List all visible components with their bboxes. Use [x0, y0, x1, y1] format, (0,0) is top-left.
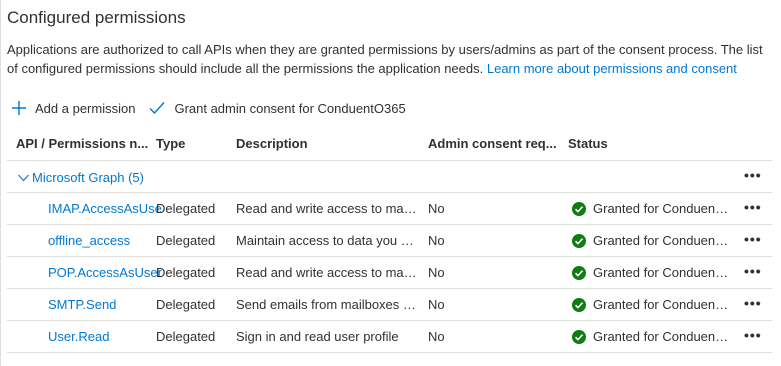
table-row: IMAP.AccessAsUse Delegated Read and writ… — [7, 193, 772, 225]
description-cell: Read and write access to mail... — [236, 201, 417, 216]
permission-link[interactable]: offline_access — [48, 233, 130, 248]
section-description: Applications are authorized to call APIs… — [7, 40, 777, 78]
admin-consent-cell: No — [428, 297, 445, 312]
permission-link[interactable]: IMAP.AccessAsUse — [48, 201, 162, 216]
admin-consent-cell: No — [428, 329, 445, 344]
success-check-icon — [572, 265, 586, 280]
permission-link[interactable]: POP.AccessAsUser — [48, 265, 162, 280]
group-more-icon[interactable]: ••• — [744, 167, 762, 183]
grant-admin-consent-label: Grant admin consent for ConduentO365 — [174, 100, 406, 116]
type-cell: Delegated — [156, 329, 216, 344]
toolbar: Add a permission Grant admin consent for… — [12, 98, 420, 118]
plus-icon — [12, 101, 26, 115]
status-text: Granted for ConduentO... — [593, 297, 730, 312]
status-text: Granted for ConduentO... — [593, 233, 730, 248]
add-permission-button[interactable]: Add a permission — [12, 101, 135, 116]
permission-link[interactable]: User.Read — [48, 329, 109, 344]
left-border — [0, 0, 1, 366]
description-cell: Send emails from mailboxes u... — [236, 297, 417, 312]
header-type[interactable]: Type — [156, 136, 185, 151]
status-text: Granted for ConduentO... — [593, 201, 730, 216]
section-title: Configured permissions — [7, 8, 186, 27]
status-cell: Granted for ConduentO... — [572, 201, 730, 216]
checkmark-icon — [149, 102, 165, 115]
table-row: POP.AccessAsUser Delegated Read and writ… — [7, 257, 772, 289]
success-check-icon — [572, 297, 586, 312]
type-cell: Delegated — [156, 201, 216, 216]
type-cell: Delegated — [156, 265, 216, 280]
success-check-icon — [572, 201, 586, 216]
success-check-icon — [572, 329, 586, 344]
success-check-icon — [572, 233, 586, 248]
table-row: SMTP.Send Delegated Send emails from mai… — [7, 289, 772, 321]
description-cell: Maintain access to data you h... — [236, 233, 417, 248]
row-more-icon[interactable]: ••• — [744, 263, 762, 279]
header-status[interactable]: Status — [568, 136, 608, 151]
learn-more-link[interactable]: Learn more about permissions and consent — [487, 61, 737, 76]
group-label[interactable]: Microsoft Graph (5) — [32, 170, 144, 185]
header-description[interactable]: Description — [236, 136, 308, 151]
status-cell: Granted for ConduentO... — [572, 233, 730, 248]
row-more-icon[interactable]: ••• — [744, 327, 762, 343]
status-text: Granted for ConduentO... — [593, 265, 730, 280]
header-admin-consent[interactable]: Admin consent req... — [428, 136, 557, 151]
status-cell: Granted for ConduentO... — [572, 329, 730, 344]
admin-consent-cell: No — [428, 201, 445, 216]
type-cell: Delegated — [156, 233, 216, 248]
permission-link[interactable]: SMTP.Send — [48, 297, 116, 312]
grant-admin-consent-button[interactable]: Grant admin consent for ConduentO365 — [149, 100, 406, 116]
chevron-down-icon — [18, 174, 29, 181]
table-row: offline_access Delegated Maintain access… — [7, 225, 772, 257]
status-cell: Granted for ConduentO... — [572, 265, 730, 280]
group-row-microsoft-graph: Microsoft Graph (5) ••• — [7, 161, 772, 193]
group-toggle[interactable]: Microsoft Graph (5) — [18, 170, 144, 185]
header-api[interactable]: API / Permissions n... — [16, 136, 148, 151]
table-row: User.Read Delegated Sign in and read use… — [7, 321, 772, 353]
add-permission-label: Add a permission — [35, 100, 136, 116]
status-cell: Granted for ConduentO... — [572, 297, 730, 312]
description-cell: Sign in and read user profile — [236, 329, 399, 344]
row-more-icon[interactable]: ••• — [744, 295, 762, 311]
row-more-icon[interactable]: ••• — [744, 199, 762, 215]
status-text: Granted for ConduentO... — [593, 329, 730, 344]
row-more-icon[interactable]: ••• — [744, 231, 762, 247]
description-cell: Read and write access to mail... — [236, 265, 417, 280]
admin-consent-cell: No — [428, 233, 445, 248]
permissions-table: API / Permissions n... Type Description … — [7, 127, 772, 353]
table-header: API / Permissions n... Type Description … — [7, 127, 772, 161]
admin-consent-cell: No — [428, 265, 445, 280]
type-cell: Delegated — [156, 297, 216, 312]
